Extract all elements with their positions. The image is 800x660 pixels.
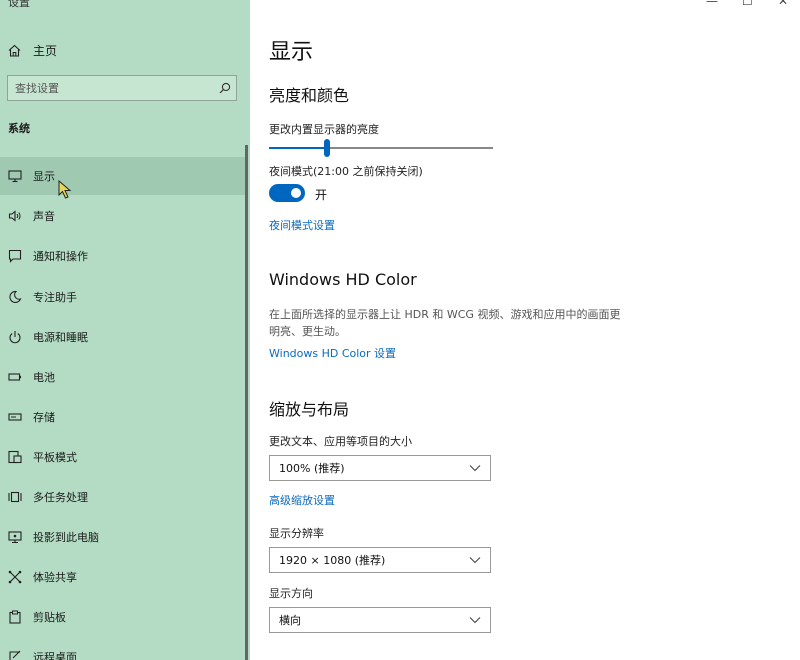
orientation-dropdown[interactable]: 横向	[269, 607, 491, 633]
search-box[interactable]	[7, 75, 237, 101]
sidebar-item-label: 存储	[33, 411, 55, 424]
storage-icon	[8, 413, 22, 421]
sidebar-item-label: 多任务处理	[33, 491, 88, 504]
sidebar-item-focus-assist[interactable]: 专注助手	[0, 278, 246, 316]
page-title: 显示	[269, 40, 314, 65]
sidebar-item-label: 专注助手	[33, 291, 77, 304]
sidebar-item-tablet-mode[interactable]: 平板模式	[0, 438, 246, 476]
home-link[interactable]: 主页	[8, 40, 57, 60]
advanced-scaling-link[interactable]: 高级缩放设置	[269, 492, 335, 508]
multitask-icon	[8, 491, 22, 503]
search-icon[interactable]	[214, 82, 236, 94]
power-icon	[9, 331, 21, 344]
sidebar-scrollbar[interactable]	[245, 145, 248, 660]
orientation-value: 横向	[279, 614, 301, 627]
sidebar-item-storage[interactable]: 存储	[0, 398, 246, 436]
mouse-cursor-icon	[58, 180, 72, 199]
chevron-down-icon	[469, 557, 481, 564]
share-icon	[8, 570, 22, 584]
brightness-slider[interactable]	[269, 139, 493, 157]
sidebar-item-label: 远程桌面	[33, 651, 77, 660]
chevron-down-icon	[469, 617, 481, 624]
sidebar-item-battery[interactable]: 电池	[0, 358, 246, 396]
brightness-label: 更改内置显示器的亮度	[269, 123, 379, 136]
clipboard-icon	[9, 610, 21, 624]
sidebar: 设置 主页 系统 显示 声音	[0, 0, 250, 660]
slider-fill	[269, 147, 328, 149]
sidebar-item-label: 通知和操作	[33, 250, 88, 263]
battery-icon	[8, 373, 21, 381]
sidebar-item-label: 平板模式	[33, 451, 77, 464]
orientation-label: 显示方向	[269, 587, 313, 600]
scale-dropdown[interactable]: 100% (推荐)	[269, 455, 491, 481]
sidebar-item-notifications[interactable]: 通知和操作	[0, 237, 246, 275]
sidebar-item-label: 剪贴板	[33, 611, 66, 624]
resolution-value: 1920 × 1080 (推荐)	[279, 554, 386, 567]
speaker-icon	[8, 210, 21, 222]
minimize-button[interactable]: —	[706, 0, 718, 8]
scale-value: 100% (推荐)	[279, 462, 345, 475]
close-button[interactable]: ✕	[778, 0, 788, 8]
sidebar-item-remote-desktop[interactable]: 远程桌面	[0, 638, 246, 660]
toggle-knob	[291, 188, 301, 198]
project-icon	[8, 531, 22, 544]
resolution-label: 显示分辨率	[269, 527, 324, 540]
sidebar-item-project-to-pc[interactable]: 投影到此电脑	[0, 518, 246, 556]
sidebar-item-label: 体验共享	[33, 571, 77, 584]
resolution-dropdown[interactable]: 1920 × 1080 (推荐)	[269, 547, 491, 573]
sidebar-item-sound[interactable]: 声音	[0, 197, 246, 235]
layout-heading: 缩放与布局	[269, 400, 350, 419]
toggle-state-label: 开	[315, 188, 328, 202]
night-light-label: 夜间模式(21:00 之前保持关闭)	[269, 165, 423, 178]
sidebar-item-label: 电源和睡眠	[33, 331, 88, 344]
notification-icon	[8, 249, 22, 263]
moon-icon	[9, 290, 22, 303]
brightness-heading: 亮度和颜色	[269, 86, 350, 105]
home-icon	[8, 44, 21, 57]
sidebar-item-label: 电池	[33, 371, 55, 384]
sidebar-item-power-sleep[interactable]: 电源和睡眠	[0, 318, 246, 356]
chevron-down-icon	[469, 465, 481, 472]
sidebar-item-label: 显示	[33, 170, 55, 183]
home-label: 主页	[33, 43, 58, 58]
hdr-settings-link[interactable]: Windows HD Color 设置	[269, 345, 396, 361]
sidebar-item-multitasking[interactable]: 多任务处理	[0, 478, 246, 516]
sidebar-item-label: 投影到此电脑	[33, 531, 99, 544]
section-heading: 系统	[8, 122, 30, 135]
sidebar-item-clipboard[interactable]: 剪贴板	[0, 598, 246, 636]
hdr-description: 在上面所选择的显示器上让 HDR 和 WCG 视频、游戏和应用中的画面更明亮、更…	[269, 308, 621, 338]
slider-thumb[interactable]	[324, 139, 331, 157]
window-title: 设置	[8, 0, 30, 9]
sidebar-item-label: 声音	[33, 210, 55, 223]
night-light-toggle[interactable]	[269, 184, 305, 202]
monitor-icon	[8, 170, 22, 183]
tablet-icon	[8, 450, 22, 464]
night-light-settings-link[interactable]: 夜间模式设置	[269, 217, 335, 233]
sidebar-item-display[interactable]: 显示	[0, 157, 246, 195]
hdr-heading: Windows HD Color	[269, 270, 417, 289]
sidebar-item-shared-experiences[interactable]: 体验共享	[0, 558, 246, 596]
scale-label: 更改文本、应用等项目的大小	[269, 435, 412, 448]
maximize-button[interactable]: ☐	[742, 0, 753, 8]
remote-desktop-icon	[9, 650, 21, 660]
search-input[interactable]	[8, 81, 214, 95]
